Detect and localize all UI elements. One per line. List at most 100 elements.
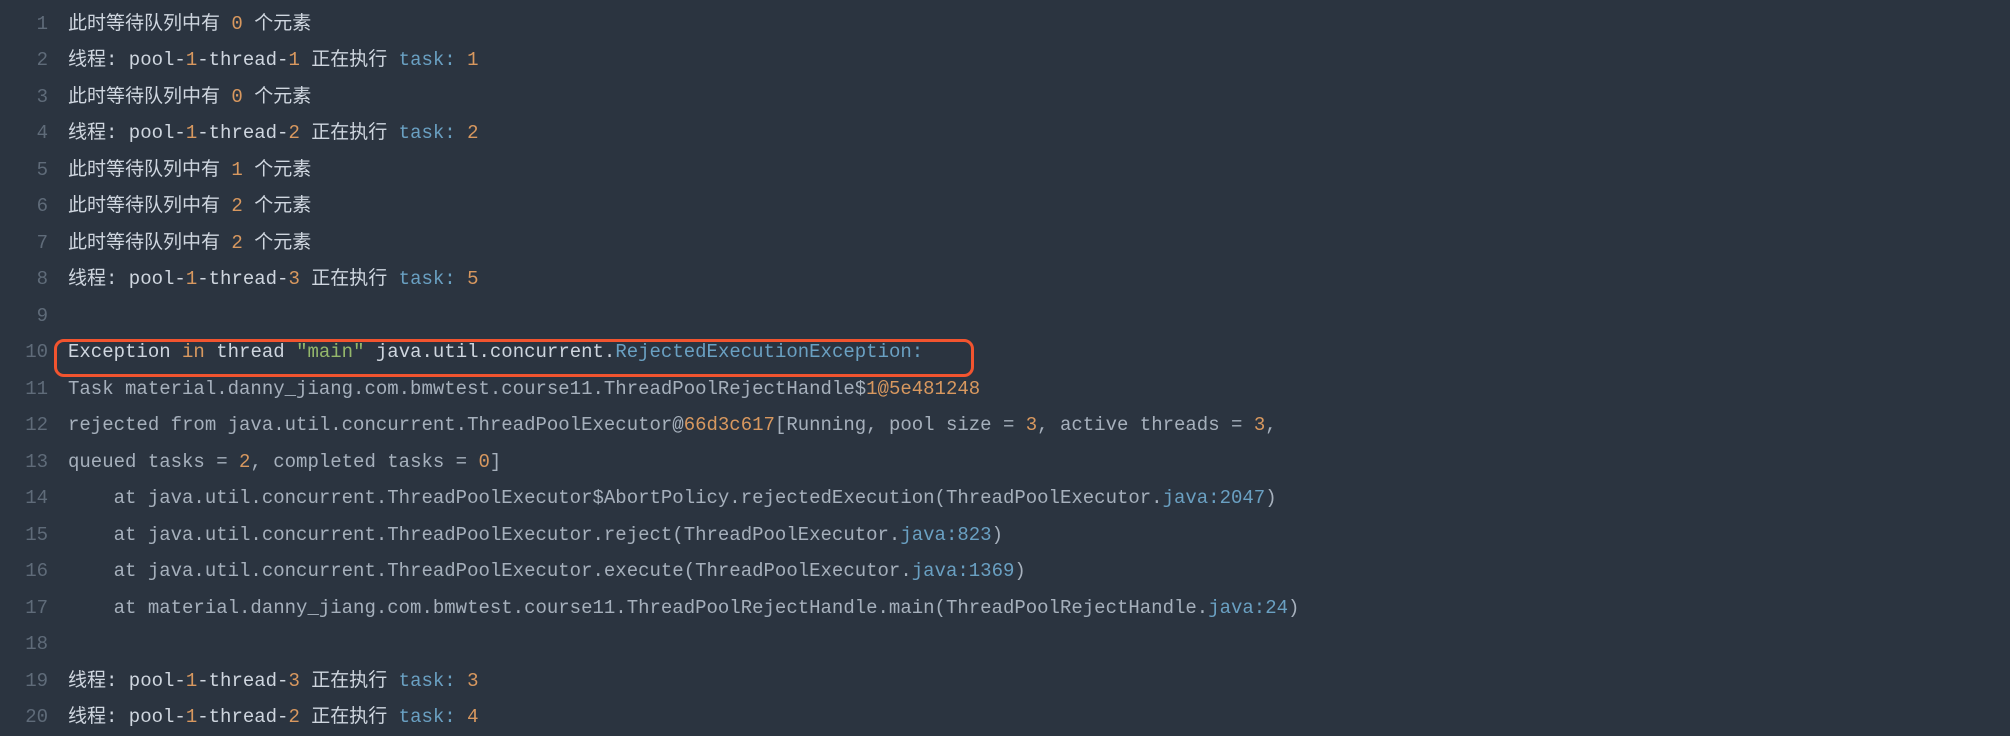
- line-number: 13: [0, 453, 62, 472]
- code-token: Task material.danny_jiang.com.bmwtest.co…: [68, 380, 866, 399]
- code-token: rejected from java.util.concurrent.Threa…: [68, 416, 684, 435]
- code-token: 3: [1254, 416, 1265, 435]
- code-token: task:: [399, 708, 467, 727]
- code-line[interactable]: 20线程: pool-1-thread-2 正在执行 task: 4: [0, 700, 2010, 736]
- code-content[interactable]: 此时等待队列中有 2 个元素: [62, 234, 311, 253]
- code-content[interactable]: 此时等待队列中有 0 个元素: [62, 88, 311, 107]
- code-token: java:1369: [912, 562, 1015, 581]
- code-content[interactable]: 此时等待队列中有 2 个元素: [62, 197, 311, 216]
- code-token: java:2047: [1163, 489, 1266, 508]
- code-line[interactable]: 19线程: pool-1-thread-3 正在执行 task: 3: [0, 663, 2010, 700]
- code-token: 2: [288, 124, 299, 143]
- code-token: 1: [467, 51, 478, 70]
- code-line[interactable]: 7此时等待队列中有 2 个元素: [0, 225, 2010, 262]
- code-content[interactable]: at java.util.concurrent.ThreadPoolExecut…: [62, 526, 1003, 545]
- code-line[interactable]: 5此时等待队列中有 1 个元素: [0, 152, 2010, 189]
- code-token: 线程: pool-: [68, 51, 186, 70]
- code-token: queued tasks =: [68, 453, 239, 472]
- code-content[interactable]: 此时等待队列中有 1 个元素: [62, 161, 311, 180]
- line-number: 18: [0, 635, 62, 654]
- code-content[interactable]: at material.danny_jiang.com.bmwtest.cour…: [62, 599, 1299, 618]
- code-token: 1: [186, 270, 197, 289]
- code-token: java:823: [900, 526, 991, 545]
- code-token: thread: [205, 343, 296, 362]
- code-token: java:24: [1208, 599, 1288, 618]
- code-line[interactable]: 18: [0, 627, 2010, 664]
- code-content[interactable]: queued tasks = 2, completed tasks = 0]: [62, 453, 501, 472]
- line-number: 16: [0, 562, 62, 581]
- code-token: task:: [399, 124, 467, 143]
- code-token: 0: [478, 453, 489, 472]
- code-line[interactable]: 13queued tasks = 2, completed tasks = 0]: [0, 444, 2010, 481]
- line-number: 2: [0, 51, 62, 70]
- line-number: 19: [0, 672, 62, 691]
- code-token: java.util.concurrent.: [364, 343, 615, 362]
- code-token: 线程: pool-: [68, 124, 186, 143]
- code-content[interactable]: rejected from java.util.concurrent.Threa…: [62, 416, 1277, 435]
- code-token: 1: [231, 161, 242, 180]
- code-line[interactable]: 8线程: pool-1-thread-3 正在执行 task: 5: [0, 262, 2010, 299]
- code-token: 线程: pool-: [68, 672, 186, 691]
- code-line[interactable]: 6此时等待队列中有 2 个元素: [0, 189, 2010, 226]
- code-editor[interactable]: 1此时等待队列中有 0 个元素2线程: pool-1-thread-1 正在执行…: [0, 0, 2010, 736]
- code-token: , active threads =: [1037, 416, 1254, 435]
- line-number: 6: [0, 197, 62, 216]
- code-token: 线程: pool-: [68, 270, 186, 289]
- code-token: task:: [399, 270, 467, 289]
- code-line[interactable]: 16 at java.util.concurrent.ThreadPoolExe…: [0, 554, 2010, 591]
- code-token: -thread-: [197, 51, 288, 70]
- code-line[interactable]: 15 at java.util.concurrent.ThreadPoolExe…: [0, 517, 2010, 554]
- code-content[interactable]: at java.util.concurrent.ThreadPoolExecut…: [62, 489, 1277, 508]
- code-content[interactable]: 线程: pool-1-thread-2 正在执行 task: 4: [62, 708, 479, 727]
- code-content[interactable]: 线程: pool-1-thread-3 正在执行 task: 3: [62, 672, 479, 691]
- code-line[interactable]: 14 at java.util.concurrent.ThreadPoolExe…: [0, 481, 2010, 518]
- code-token: 2: [288, 708, 299, 727]
- code-token: task:: [399, 672, 467, 691]
- code-token: 正在执行: [300, 51, 399, 70]
- code-token: 1: [186, 124, 197, 143]
- line-number: 20: [0, 708, 62, 727]
- code-token: task:: [399, 51, 467, 70]
- code-line[interactable]: 3此时等待队列中有 0 个元素: [0, 79, 2010, 116]
- code-token: 5: [467, 270, 478, 289]
- code-line[interactable]: 1此时等待队列中有 0 个元素: [0, 6, 2010, 43]
- line-number: 3: [0, 88, 62, 107]
- code-content[interactable]: at java.util.concurrent.ThreadPoolExecut…: [62, 562, 1026, 581]
- code-content[interactable]: 线程: pool-1-thread-3 正在执行 task: 5: [62, 270, 479, 289]
- code-token: 2: [239, 453, 250, 472]
- code-token: 66d3c617: [684, 416, 775, 435]
- line-number: 10: [0, 343, 62, 362]
- code-token: 1: [288, 51, 299, 70]
- code-token: 3: [1026, 416, 1037, 435]
- code-token: Exception: [68, 343, 182, 362]
- code-token: 个元素: [243, 197, 311, 216]
- code-content[interactable]: 线程: pool-1-thread-1 正在执行 task: 1: [62, 51, 479, 70]
- line-number: 1: [0, 15, 62, 34]
- code-line[interactable]: 12 rejected from java.util.concurrent.Thr…: [0, 408, 2010, 445]
- code-token: [Running, pool size =: [775, 416, 1026, 435]
- code-token: at material.danny_jiang.com.bmwtest.cour…: [68, 599, 1208, 618]
- code-token: at java.util.concurrent.ThreadPoolExecut…: [68, 526, 900, 545]
- code-token: 1@5e481248: [866, 380, 980, 399]
- code-token: 3: [467, 672, 478, 691]
- code-token: 个元素: [243, 234, 311, 253]
- code-line[interactable]: 2线程: pool-1-thread-1 正在执行 task: 1: [0, 43, 2010, 80]
- code-content[interactable]: Task material.danny_jiang.com.bmwtest.co…: [62, 380, 980, 399]
- code-content[interactable]: 线程: pool-1-thread-2 正在执行 task: 2: [62, 124, 479, 143]
- code-token: 此时等待队列中有: [68, 15, 231, 34]
- code-line[interactable]: 10Exception in thread "main" java.util.c…: [0, 335, 2010, 372]
- code-token: 2: [231, 197, 242, 216]
- code-content[interactable]: 此时等待队列中有 0 个元素: [62, 15, 311, 34]
- code-token: RejectedExecutionException:: [615, 343, 923, 362]
- line-number: 12: [0, 416, 62, 435]
- code-content[interactable]: Exception in thread "main" java.util.con…: [62, 343, 923, 362]
- code-line[interactable]: 4线程: pool-1-thread-2 正在执行 task: 2: [0, 116, 2010, 153]
- code-line[interactable]: 9: [0, 298, 2010, 335]
- code-token: 此时等待队列中有: [68, 88, 231, 107]
- code-line[interactable]: 11Task material.danny_jiang.com.bmwtest.…: [0, 371, 2010, 408]
- code-token: 个元素: [243, 15, 311, 34]
- code-token: 1: [186, 708, 197, 727]
- code-line[interactable]: 17 at material.danny_jiang.com.bmwtest.c…: [0, 590, 2010, 627]
- code-token: at java.util.concurrent.ThreadPoolExecut…: [68, 562, 912, 581]
- line-number: 5: [0, 161, 62, 180]
